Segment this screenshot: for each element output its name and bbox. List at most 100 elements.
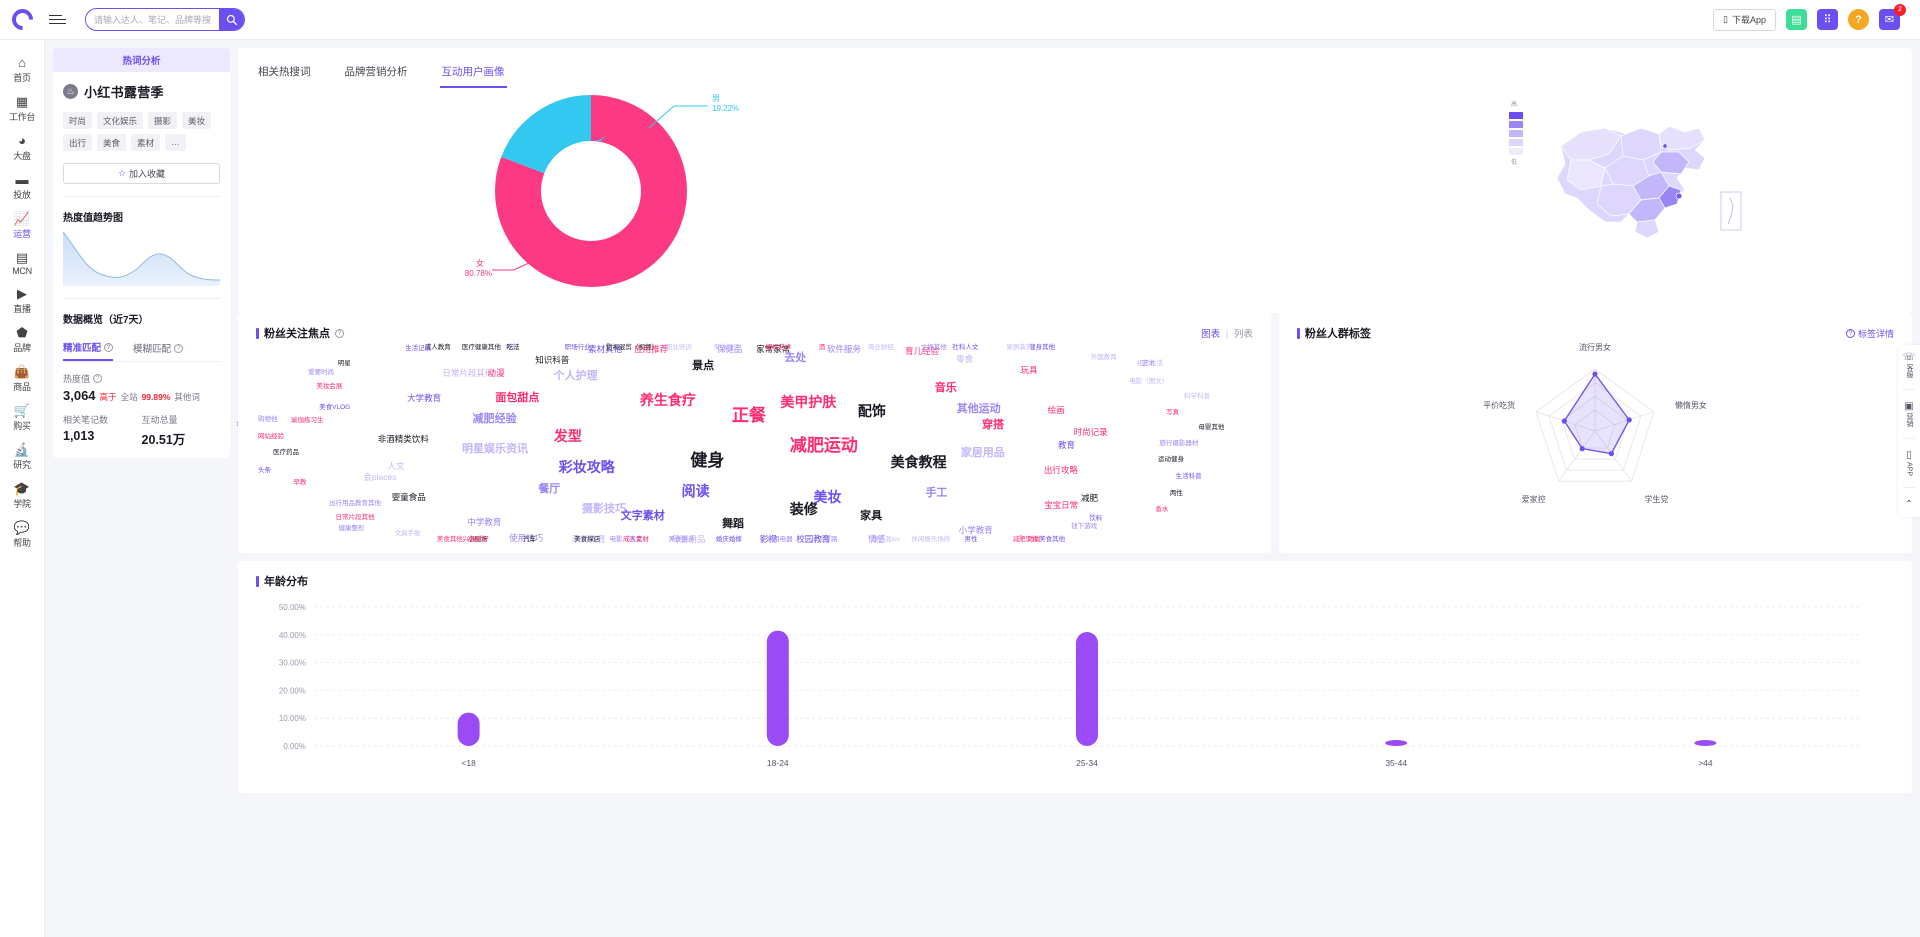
word-cloud-item[interactable]: 母婴其他 xyxy=(1198,425,1224,432)
word-cloud-item[interactable]: 彩妆攻略 xyxy=(559,460,615,474)
word-cloud-item[interactable]: 婴童食品 xyxy=(392,493,426,502)
word-cloud-item[interactable]: 去处 xyxy=(784,353,806,364)
sidebar-item-1[interactable]: ⌂首页 xyxy=(0,50,45,89)
word-cloud-item[interactable]: 汽车 xyxy=(523,537,536,544)
word-cloud-item[interactable]: 出行攻略 xyxy=(1044,466,1078,475)
word-cloud-item[interactable]: 文字素材 xyxy=(621,511,665,522)
word-cloud-item[interactable]: 外国教育 xyxy=(1091,355,1117,362)
download-app-button[interactable]: ▯ 下载App xyxy=(1713,9,1776,31)
word-cloud-item[interactable]: 美食展示 xyxy=(669,537,695,544)
word-cloud-item[interactable]: 饮料 xyxy=(1089,516,1102,523)
word-cloud-item[interactable]: 爱要时尚 xyxy=(308,370,334,377)
word-cloud-item[interactable]: 组织生活 xyxy=(1137,361,1163,368)
tab-2[interactable]: 品牌营销分析 xyxy=(343,58,410,88)
age-bar-1[interactable] xyxy=(458,713,480,746)
rail-item-2[interactable]: ▣营销 xyxy=(1904,401,1914,427)
search-box[interactable] xyxy=(85,8,245,31)
word-cloud-item[interactable]: 电影（图文） xyxy=(1129,379,1168,386)
word-cloud-item[interactable]: 美食其他 xyxy=(1039,537,1065,544)
view-cloud-option[interactable]: 图表 xyxy=(1201,329,1220,340)
view-toggle[interactable]: 图表 | 列表 xyxy=(1201,326,1253,340)
word-cloud-item[interactable]: 时尚记录 xyxy=(1074,428,1108,437)
word-cloud-item[interactable]: 购物他 xyxy=(258,417,278,424)
word-cloud-item[interactable]: 家具 xyxy=(860,511,882,522)
word-cloud-item[interactable]: 养生食疗 xyxy=(640,393,696,407)
word-cloud-item[interactable]: 医疗药品 xyxy=(273,450,299,457)
word-cloud-item[interactable]: 职场行业 xyxy=(565,345,591,352)
word-cloud-item[interactable]: 网站经验 xyxy=(258,434,284,441)
word-cloud-item[interactable]: 酒 xyxy=(819,345,826,352)
word-cloud-item[interactable]: 家居用品 xyxy=(961,448,1005,459)
info-icon[interactable]: ? xyxy=(104,343,113,352)
keyword-tag-8[interactable]: … xyxy=(165,134,186,151)
word-cloud-item[interactable]: 日常片段其他 xyxy=(442,369,493,378)
word-cloud-item[interactable]: 摄影技巧 xyxy=(582,504,626,515)
word-cloud-item[interactable]: 日常片段其他 xyxy=(336,515,375,522)
info-icon[interactable]: ? xyxy=(93,374,102,383)
keyword-tag-7[interactable]: 素材 xyxy=(131,134,160,151)
apps-grid-icon[interactable]: ⠿ xyxy=(1817,9,1838,30)
word-cloud-item[interactable]: 人文 xyxy=(387,462,404,471)
info-icon[interactable]: ? xyxy=(174,344,183,353)
word-cloud-item[interactable]: 商业财经 xyxy=(868,345,894,352)
search-input[interactable] xyxy=(86,15,219,25)
sidebar-item-9[interactable]: 👜商品 xyxy=(0,359,45,398)
word-cloud-item[interactable]: 发型 xyxy=(554,429,582,443)
word-cloud-item[interactable]: 婚庆婚嫁 xyxy=(716,537,742,544)
word-cloud-item[interactable]: 头条 xyxy=(258,468,271,475)
notifications-button[interactable]: ✉ 2 xyxy=(1879,9,1900,30)
sidebar-item-13[interactable]: 💬帮助 xyxy=(0,515,45,554)
word-cloud-item[interactable]: 穿搭 xyxy=(982,420,1004,431)
info-icon[interactable]: ? xyxy=(335,329,344,338)
word-cloud-item[interactable]: 小学教育 xyxy=(959,526,993,535)
match-tab-2[interactable]: 模糊匹配? xyxy=(133,340,183,361)
keyword-tag-2[interactable]: 文化娱乐 xyxy=(97,112,143,129)
word-cloud-item[interactable]: 会places xyxy=(363,473,396,482)
word-cloud-item[interactable]: 生活记录 xyxy=(405,346,431,353)
sidebar-item-10[interactable]: 🛒购买 xyxy=(0,398,45,437)
word-cloud-item[interactable]: 宝宝日常 xyxy=(1044,501,1078,510)
tab-3[interactable]: 互动用户画像 xyxy=(440,58,507,88)
word-cloud-item[interactable]: 职业培训 xyxy=(666,345,692,352)
word-cloud-item[interactable]: 两性 xyxy=(1170,491,1183,498)
word-cloud-item[interactable]: 美妆会展 xyxy=(316,384,342,391)
keyword-tag-5[interactable]: 出行 xyxy=(63,134,92,151)
word-cloud-item[interactable]: 装修 xyxy=(790,502,818,516)
word-cloud-item[interactable]: 旅行摄影器材 xyxy=(1159,441,1198,448)
keyword-tag-4[interactable]: 美妆 xyxy=(182,112,211,129)
word-cloud-item[interactable]: 医疗健康其他 xyxy=(462,345,501,352)
word-cloud-item[interactable]: 教育 xyxy=(1058,441,1075,450)
word-cloud-item[interactable]: 吃法 xyxy=(507,345,520,352)
rail-item-3[interactable]: ▯APP xyxy=(1906,450,1913,476)
brand-logo[interactable] xyxy=(0,9,45,30)
word-cloud-item[interactable]: 非酒精类饮料 xyxy=(378,435,429,444)
word-cloud-item[interactable]: 知识科普 xyxy=(535,356,569,365)
word-cloud-item[interactable]: 景点 xyxy=(692,361,714,372)
sidebar-item-7[interactable]: ▶直播 xyxy=(0,281,45,320)
word-cloud-item[interactable]: 面包甜点 xyxy=(495,393,539,404)
word-cloud-item[interactable]: 香水 xyxy=(1155,507,1168,514)
age-bar-5[interactable] xyxy=(1694,740,1716,746)
sidebar-item-2[interactable]: ▦工作台 xyxy=(0,89,45,128)
word-cloud-item[interactable]: 美食其他兴趣爱好 xyxy=(437,537,489,544)
word-cloud-item[interactable]: 其他运动 xyxy=(957,404,1001,415)
age-bar-4[interactable] xyxy=(1385,740,1407,746)
sidebar-item-12[interactable]: 🎓学院 xyxy=(0,476,45,515)
search-button[interactable] xyxy=(219,9,244,30)
word-cloud-item[interactable]: 出行用品教育其他 xyxy=(329,501,381,508)
menu-toggle-icon[interactable] xyxy=(45,15,79,25)
word-cloud-item[interactable]: 正餐 xyxy=(732,407,766,424)
word-cloud-item[interactable]: 明星 xyxy=(338,361,351,368)
word-cloud-item[interactable]: 家用电器 xyxy=(767,537,793,544)
word-cloud-item[interactable]: 相机艺术 xyxy=(765,345,791,352)
word-cloud-item[interactable]: 写真 xyxy=(1166,410,1179,417)
word-cloud-item[interactable]: 北京路 xyxy=(818,537,838,544)
word-cloud-item[interactable]: 零食 xyxy=(956,355,973,364)
word-cloud-item[interactable]: 玩具 xyxy=(1020,366,1037,375)
word-cloud-item[interactable]: 手工 xyxy=(925,488,947,499)
word-cloud-item[interactable]: 音乐 xyxy=(935,383,957,394)
rail-item-4[interactable]: ⌃ xyxy=(1905,499,1913,510)
wallet-icon[interactable]: ▤ xyxy=(1786,9,1807,30)
word-cloud-item[interactable]: 科学科普 xyxy=(1184,394,1210,401)
word-cloud-item[interactable]: 明星娱乐资讯 xyxy=(462,444,528,455)
